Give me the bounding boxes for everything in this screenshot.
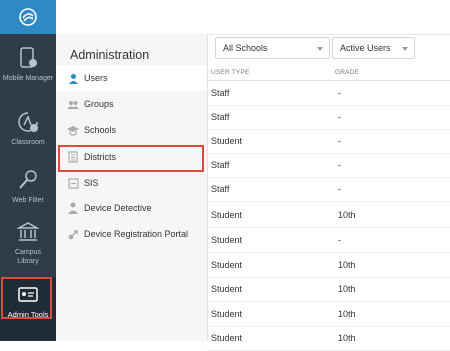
districts-highlight [58, 145, 204, 172]
table-row[interactable]: Student - [207, 129, 450, 154]
cell-user-type: Student [211, 333, 243, 343]
campus-library-icon [17, 222, 39, 241]
table-row[interactable]: Student 10th [207, 203, 450, 228]
admin-item-label: Device Registration Portal [84, 229, 189, 239]
user-status-select[interactable]: Active Users [332, 37, 415, 59]
cell-user-type: Student [211, 309, 243, 319]
cell-user-type: Student [211, 235, 243, 245]
admin-item-schools[interactable]: Schools [56, 117, 207, 143]
admin-item-label: SIS [84, 178, 99, 188]
rail-label-web-filter: Web Filter [12, 197, 44, 204]
cell-grade: - [338, 136, 341, 146]
cell-user-type: Student [211, 284, 243, 294]
cell-grade: - [338, 160, 341, 170]
groups-icon [67, 100, 79, 109]
school-filter-select[interactable]: All Schools [215, 37, 330, 59]
cell-user-type: Student [211, 260, 243, 270]
table-row[interactable]: Staff - [207, 105, 450, 130]
cell-grade: - [338, 184, 341, 194]
rail-label-mobile-manager: Mobile Manager [2, 75, 54, 82]
school-icon [67, 125, 79, 136]
table-row[interactable]: Student 10th [207, 326, 450, 351]
cell-grade: 10th [338, 333, 356, 343]
admin-item-label: Groups [84, 99, 114, 109]
table-row[interactable]: Student - [207, 228, 450, 253]
table-row[interactable]: Staff - [207, 177, 450, 202]
cell-user-type: Staff [211, 88, 230, 98]
table-row[interactable]: Student 10th [207, 302, 450, 327]
user-icon [68, 73, 78, 84]
cell-grade: 10th [338, 284, 356, 294]
admin-item-sis[interactable]: SIS [56, 170, 207, 196]
column-header-user-type[interactable]: USER TYPE [211, 69, 250, 76]
cell-grade: - [338, 112, 341, 122]
table-row[interactable]: Student 10th [207, 253, 450, 278]
admin-item-device-registration-portal[interactable]: Device Registration Portal [56, 221, 207, 247]
chevron-down-icon [402, 47, 408, 51]
admin-tools-highlight [1, 277, 52, 319]
cell-grade: 10th [338, 210, 356, 220]
classroom-icon [18, 112, 38, 132]
cell-grade: - [338, 235, 341, 245]
rail-item-campus-library[interactable]: Campus Library [0, 214, 56, 276]
admin-item-label: Users [84, 73, 108, 83]
admin-item-groups[interactable]: Groups [56, 91, 207, 117]
mobile-manager-icon [20, 47, 37, 68]
device-detective-icon [68, 202, 78, 214]
admin-sidebar: Administration Users Groups Schools Dist… [56, 34, 208, 341]
rail-label-campus-library: Campus Library [14, 249, 42, 265]
rail-item-classroom[interactable]: Classroom [0, 104, 56, 166]
cell-grade: 10th [338, 309, 356, 319]
cell-user-type: Staff [211, 112, 230, 122]
cell-user-type: Student [211, 210, 243, 220]
table-header: USER TYPE GRADE [207, 66, 450, 81]
user-status-value: Active Users [340, 43, 391, 53]
chevron-down-icon [317, 47, 323, 51]
top-bar [56, 0, 450, 35]
school-filter-value: All Schools [223, 43, 268, 53]
rail-label-classroom: Classroom [11, 139, 45, 146]
logo-icon [19, 8, 37, 26]
admin-title: Administration [70, 48, 150, 62]
cell-grade: 10th [338, 260, 356, 270]
cell-user-type: Staff [211, 184, 230, 194]
device-registration-icon [68, 229, 78, 239]
table-row[interactable]: Student 10th [207, 277, 450, 302]
table-row[interactable]: Staff - [207, 153, 450, 178]
admin-item-label: Schools [84, 125, 117, 135]
web-filter-icon [19, 170, 37, 189]
sis-icon [67, 177, 79, 189]
admin-item-label: Device Detective [84, 203, 152, 213]
cell-user-type: Staff [211, 160, 230, 170]
admin-item-device-detective[interactable]: Device Detective [56, 195, 207, 221]
table-row[interactable]: Staff - [207, 81, 450, 106]
cell-grade: - [338, 88, 341, 98]
cell-user-type: Student [211, 136, 243, 146]
rail-item-mobile-manager[interactable]: Mobile Manager [0, 40, 56, 102]
logo[interactable] [0, 0, 56, 34]
app-rail: Mobile Manager Classroom Web Filter Camp… [0, 0, 56, 341]
column-header-grade[interactable]: GRADE [335, 69, 359, 76]
admin-item-users[interactable]: Users [56, 65, 207, 91]
